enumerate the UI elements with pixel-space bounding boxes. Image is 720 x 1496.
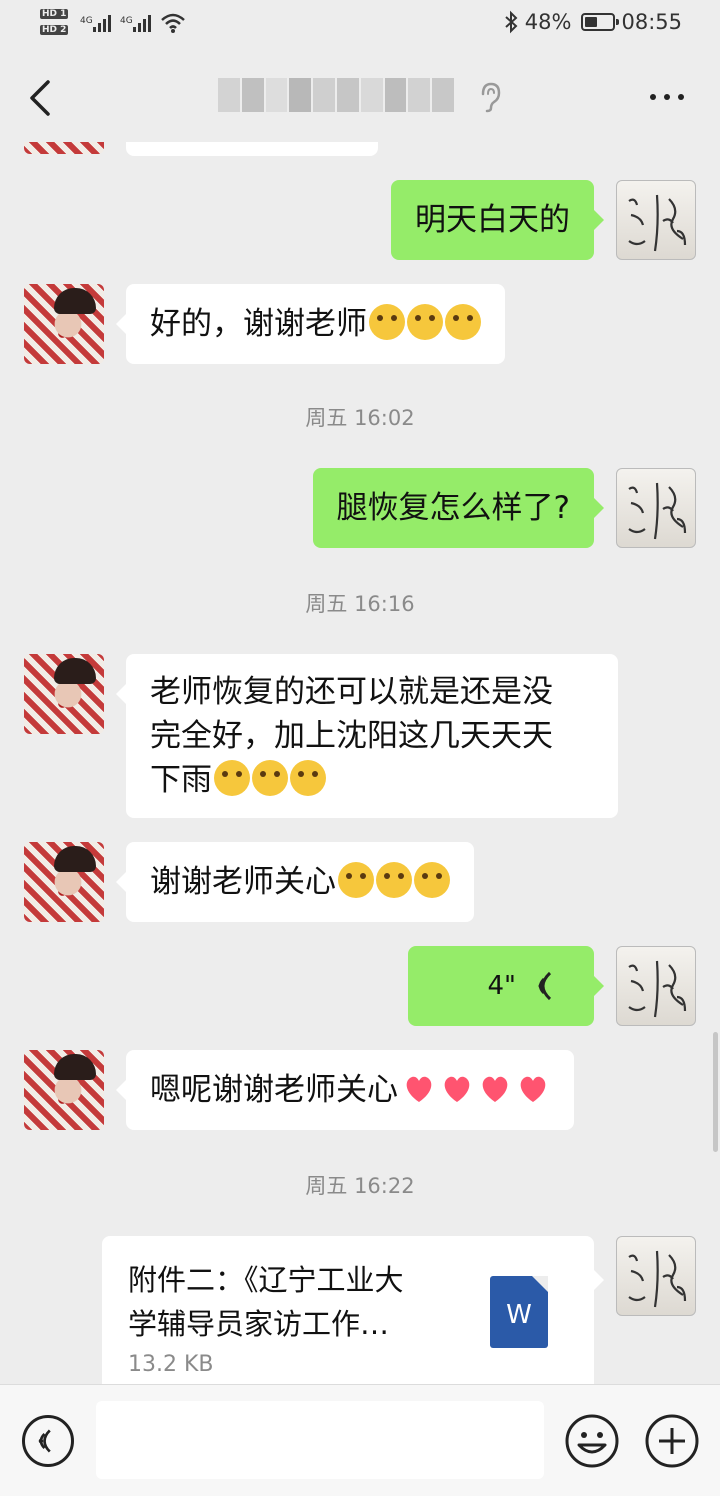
message-text-line: 老师恢复的还可以就是还是没 <box>150 674 553 710</box>
message-text-line: 下雨 <box>150 762 212 798</box>
contact-name-blurred <box>218 78 454 112</box>
file-name-line: 附件二：《辽宁工业大 <box>128 1263 404 1297</box>
file-message-card[interactable]: 附件二：《辽宁工业大 学辅导员家访工作… 13.2 KB W <box>102 1236 604 1384</box>
message-text: 好的，谢谢老师 <box>150 306 367 342</box>
heart-icon <box>482 1076 508 1102</box>
message-text: 明天白天的 <box>415 202 570 238</box>
sob-emoji <box>290 760 326 796</box>
crying-emoji <box>445 304 481 340</box>
timestamp: 周五 16:02 <box>305 406 415 430</box>
clock: 08:55 <box>621 10 682 34</box>
timestamp: 周五 16:16 <box>305 592 415 616</box>
pleading-emoji <box>338 862 374 898</box>
input-bar <box>0 1384 720 1496</box>
word-document-icon: W <box>490 1276 548 1348</box>
file-name-line: 学辅导员家访工作… <box>128 1307 390 1341</box>
message-bubble-incoming[interactable]: 老师恢复的还可以就是还是没 完全好，加上沈阳这几天天天 下雨 <box>116 654 618 818</box>
network1-label: 4G <box>80 16 93 26</box>
voice-duration: 4" <box>487 971 516 1001</box>
message-bubble-incoming[interactable]: 谢谢老师关心 <box>116 842 474 922</box>
contact-avatar[interactable] <box>24 842 104 922</box>
sim-indicators: HD 1 HD 2 <box>40 8 70 36</box>
heart-icon <box>444 1076 470 1102</box>
bluetooth-icon <box>505 10 518 34</box>
file-name: 附件二：《辽宁工业大 学辅导员家访工作… <box>128 1258 468 1346</box>
message-bubble-incoming[interactable]: 嗯呢谢谢老师关心 <box>116 1050 574 1130</box>
heart-icon <box>406 1076 432 1102</box>
contact-avatar[interactable] <box>24 654 104 734</box>
message-text-line: 完全好，加上沈阳这几天天天 <box>150 718 553 754</box>
sim1-indicator: HD 1 <box>40 9 69 19</box>
message-bubble-outgoing[interactable]: 明天白天的 <box>391 180 604 260</box>
emoji-icon[interactable] <box>564 1413 620 1469</box>
battery-percent: 48% <box>524 10 572 34</box>
sob-emoji <box>252 760 288 796</box>
signal2-icon <box>133 14 151 32</box>
contact-avatar[interactable] <box>24 284 104 364</box>
signal1-icon <box>93 14 111 32</box>
message-bubble-outgoing[interactable]: 腿恢复怎么样了? <box>312 468 605 548</box>
sob-emoji <box>214 760 250 796</box>
message-bubble-incoming[interactable]: 好的，谢谢老师 <box>116 284 505 364</box>
ear-icon <box>481 82 501 113</box>
pleading-emoji <box>376 862 412 898</box>
more-dots-icon[interactable] <box>650 94 684 100</box>
my-avatar[interactable] <box>616 468 696 548</box>
status-right: 48% 08:55 <box>503 10 682 34</box>
network2-label: 4G <box>120 16 133 26</box>
status-bar: HD 1 HD 2 4G 4G 48% 08:55 <box>0 0 720 50</box>
chevron-left-icon[interactable] <box>24 78 60 118</box>
battery-icon <box>581 13 620 31</box>
file-size: 13.2 KB <box>128 1352 214 1377</box>
message-input[interactable] <box>96 1401 544 1479</box>
timestamp: 周五 16:22 <box>305 1174 415 1198</box>
heart-icon <box>520 1076 546 1102</box>
my-avatar[interactable] <box>616 946 696 1026</box>
voice-wave-icon <box>538 971 552 1001</box>
crying-emoji <box>369 304 405 340</box>
scrollbar[interactable] <box>713 1032 718 1152</box>
voice-input-icon[interactable] <box>22 1415 74 1467</box>
sim2-indicator: HD 2 <box>40 25 69 35</box>
wifi-icon <box>161 13 185 33</box>
chat-area[interactable]: 明天白天的 好的，谢谢老师 周五 16:02 腿恢复怎么样了? 周五 16:16… <box>0 142 720 1384</box>
my-avatar[interactable] <box>616 180 696 260</box>
chat-header <box>0 50 720 142</box>
crying-emoji <box>407 304 443 340</box>
plus-icon[interactable] <box>644 1413 700 1469</box>
pleading-emoji <box>414 862 450 898</box>
contact-avatar[interactable] <box>24 1050 104 1130</box>
contact-avatar[interactable] <box>24 142 104 154</box>
message-text: 腿恢复怎么样了? <box>336 490 570 526</box>
my-avatar[interactable] <box>616 1236 696 1316</box>
message-bubble-partial[interactable] <box>126 142 378 156</box>
voice-message-bubble[interactable]: 4" <box>408 946 604 1026</box>
message-text: 嗯呢谢谢老师关心 <box>150 1072 398 1108</box>
message-text: 谢谢老师关心 <box>150 864 336 900</box>
